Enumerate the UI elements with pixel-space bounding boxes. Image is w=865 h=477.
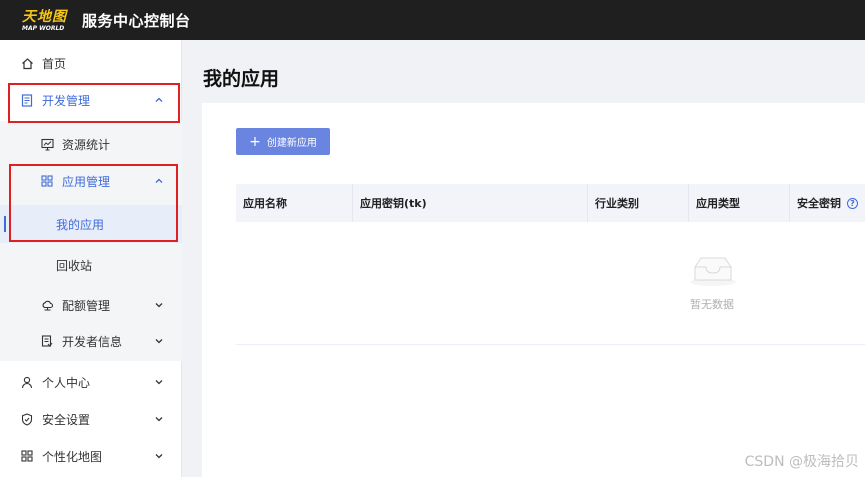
empty-state-text: 暂无数据 <box>690 298 734 311</box>
sidebar-item-developer-info[interactable]: 开发者信息 <box>0 323 182 359</box>
watermark: CSDN @极海拾贝 <box>744 454 859 470</box>
sidebar-item-label: 安全设置 <box>42 412 91 427</box>
sidebar-item-security-settings[interactable]: 安全设置 <box>0 401 182 437</box>
column-header-security-key-label: 安全密钥 <box>797 197 841 210</box>
create-app-button-label: 创建新应用 <box>266 138 317 149</box>
sidebar-item-quota-management[interactable]: 配额管理 <box>0 287 182 323</box>
sidebar-item-app-management[interactable]: 应用管理 <box>0 163 182 199</box>
column-divider <box>587 184 588 222</box>
sidebar-item-custom-map[interactable]: 个性化地图 <box>0 438 182 474</box>
chevron-down-icon <box>154 336 164 346</box>
sidebar-item-label: 开发者信息 <box>62 334 123 349</box>
sidebar-item-my-apps[interactable]: 我的应用 <box>0 206 182 242</box>
sidebar-item-resource-stats[interactable]: 资源统计 <box>0 126 182 162</box>
column-header-industry: 行业类别 <box>595 197 639 210</box>
grid-apps-icon <box>40 174 54 188</box>
home-icon <box>20 56 34 70</box>
sidebar-item-label: 首页 <box>42 56 67 71</box>
sidebar-item-label: 资源统计 <box>62 137 111 152</box>
id-card-icon <box>40 334 54 348</box>
sidebar-item-personal-center[interactable]: 个人中心 <box>0 364 182 400</box>
shield-icon <box>20 412 34 426</box>
user-icon <box>20 375 34 389</box>
create-app-button[interactable]: + 创建新应用 <box>236 128 330 155</box>
app-title: 服务中心控制台 <box>82 11 191 30</box>
column-divider <box>352 184 353 222</box>
chevron-up-icon <box>154 95 164 105</box>
sidebar-item-label: 回收站 <box>56 258 93 273</box>
document-icon <box>20 93 34 107</box>
grid-apps-icon <box>20 449 34 463</box>
sidebar-item-label: 我的应用 <box>56 217 105 232</box>
sidebar: 首页 开发管理 资源统计 应用管理 我的应用 回收站 配额管理 开发者信息 个人… <box>0 40 182 477</box>
sidebar-item-label: 配额管理 <box>62 298 111 313</box>
table-header: 应用名称 应用密钥(tk) 行业类别 应用类型 安全密钥 ? <box>236 184 865 222</box>
column-header-app-type: 应用类型 <box>696 197 740 210</box>
sidebar-item-label: 个人中心 <box>42 375 91 390</box>
sidebar-item-label: 个性化地图 <box>42 449 103 464</box>
help-icon[interactable]: ? <box>847 197 858 209</box>
column-divider <box>789 184 790 222</box>
sidebar-item-recycle-bin[interactable]: 回收站 <box>0 247 182 283</box>
logo[interactable]: 天地图 MAP WORLD <box>22 4 70 36</box>
logo-chinese-text: 天地图 <box>22 9 67 25</box>
sidebar-item-dev-management[interactable]: 开发管理 <box>0 82 182 118</box>
empty-inbox-icon <box>688 253 738 287</box>
cloud-network-icon <box>40 298 54 312</box>
page-title: 我的应用 <box>203 68 280 90</box>
chevron-down-icon <box>154 451 164 461</box>
sidebar-item-label: 应用管理 <box>62 174 111 189</box>
chevron-down-icon <box>154 300 164 310</box>
logo-english-text: MAP WORLD <box>22 25 65 32</box>
plus-icon: + <box>249 133 261 150</box>
chevron-up-icon <box>154 176 164 186</box>
chevron-down-icon <box>154 414 164 424</box>
column-header-app-key: 应用密钥(tk) <box>360 197 427 210</box>
column-divider <box>688 184 689 222</box>
top-bar: 天地图 MAP WORLD 服务中心控制台 <box>0 0 865 40</box>
column-header-app-name: 应用名称 <box>243 197 287 210</box>
monitor-chart-icon <box>40 137 54 151</box>
content-card <box>202 103 865 477</box>
table-bottom-border <box>236 344 865 345</box>
sidebar-item-home[interactable]: 首页 <box>0 45 182 81</box>
sidebar-item-label: 开发管理 <box>42 93 91 108</box>
column-header-security-key: 安全密钥 ? <box>797 184 858 222</box>
chevron-down-icon <box>154 377 164 387</box>
